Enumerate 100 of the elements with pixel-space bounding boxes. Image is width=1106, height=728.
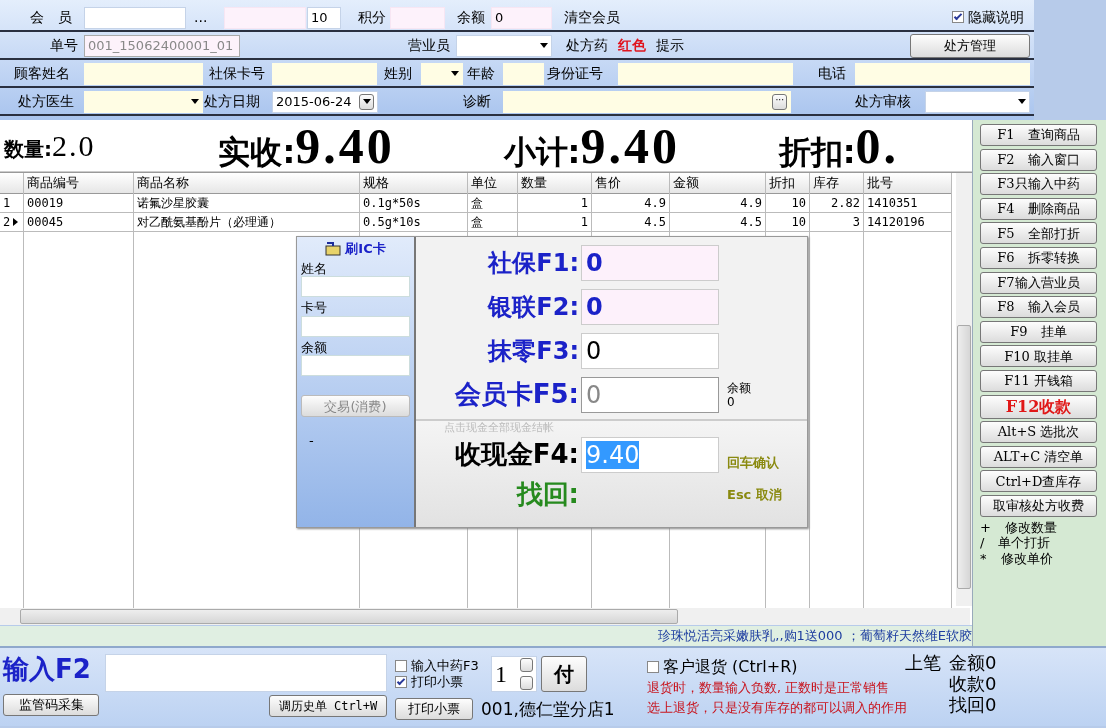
table-cell: 4.9 [592, 194, 669, 213]
summary-label: 数量: [4, 136, 52, 161]
column-header[interactable]: 折扣 [766, 173, 809, 194]
field-label: 余额 [457, 9, 486, 26]
input-field[interactable] [390, 6, 445, 29]
shortcut-button[interactable]: F8 输入会员 [980, 296, 1097, 319]
payment-label: 会员卡F5: [453, 379, 579, 411]
table-cell: 3 [810, 213, 863, 232]
shortcut-button[interactable]: Ctrl+D查库存 [980, 470, 1097, 493]
history-button[interactable]: 调历史单 Ctrl+W [269, 695, 387, 717]
shortcut-button[interactable]: F10 取挂单 [980, 345, 1097, 368]
shortcut-button[interactable]: F5 全部打折 [980, 222, 1097, 245]
field-label: 年龄 [467, 65, 496, 82]
table-cell: 1 [518, 213, 591, 232]
confirm-hint: 回车确认 [727, 455, 779, 471]
ic-card-title: 刷IC卡 [345, 241, 386, 257]
return-note: 选上退货，只是没有库存的都可以调入的作用 [647, 700, 905, 717]
ellipsis-button[interactable]: ··· [772, 93, 787, 110]
column-header[interactable]: 数量 [518, 173, 591, 194]
balance-value: 0 [727, 395, 736, 410]
column-header[interactable]: 规格 [360, 173, 467, 194]
shortcut-button[interactable]: F4 删除商品 [980, 197, 1097, 220]
status-text: - [309, 433, 315, 449]
shortcut-button[interactable]: F7输入营业员 [980, 271, 1097, 294]
table-cell: 10 [766, 213, 809, 232]
row-header[interactable]: 2 [0, 213, 23, 232]
payment-label: 社保F1: [486, 248, 579, 278]
change-label: 找回: [515, 479, 579, 511]
column-header[interactable]: 售价 [592, 173, 669, 194]
shortcut-note: 修改单价 [1000, 550, 1053, 567]
review-select[interactable] [925, 90, 1030, 113]
marquee-text: 珍珠悦活亮采嫩肤乳,,购1送000 ；葡萄籽天然维E软胶 [658, 628, 972, 644]
shortcut-button[interactable]: Alt+S 选批次 [980, 421, 1097, 444]
field-label: 电话 [818, 65, 847, 82]
shortcut-button[interactable]: F6 拆零转换 [980, 246, 1097, 269]
option-checkbox[interactable]: 输入中药F3 [395, 658, 491, 674]
return-checkbox[interactable]: 客户退货 (Ctrl+R) [647, 654, 905, 680]
input-field[interactable] [84, 6, 186, 29]
total-value: 0 [985, 694, 997, 717]
input-field[interactable] [301, 355, 410, 377]
shortcut-button[interactable]: F9 挂单 [980, 320, 1097, 343]
prescription-manage-button[interactable]: 处方管理 [910, 33, 1030, 58]
shortcut-key: / [980, 535, 985, 551]
shortcut-button[interactable]: F1 查询商品 [980, 124, 1097, 146]
table-cell: 00045 [24, 213, 133, 232]
payment-field[interactable]: 0 [581, 245, 719, 281]
column-header[interactable]: 单位 [468, 173, 517, 194]
input-field[interactable]: 0 [491, 6, 552, 29]
shortcut-button[interactable]: F12收款 [980, 394, 1097, 419]
hide-notes-checkbox[interactable]: 隐藏说明 [952, 9, 1030, 26]
field-label: 营业员 [408, 37, 451, 54]
field-label: 顾客姓名 [14, 65, 71, 82]
input-field[interactable] [301, 276, 410, 298]
payment-label: 抹零F3: [486, 336, 579, 366]
payment-label: 银联F2: [486, 292, 579, 322]
total-value: 0 [985, 652, 997, 675]
input-field[interactable] [301, 315, 410, 337]
column-header[interactable]: 商品编号 [24, 173, 133, 194]
option-checkbox[interactable]: 打印小票 [395, 674, 491, 690]
payment-field[interactable]: 0 [581, 289, 719, 325]
payment-field[interactable]: 0 [581, 333, 719, 369]
quantity-spinner[interactable]: 1 [491, 656, 537, 692]
date-picker[interactable]: 2015-06-24 [272, 90, 378, 113]
column-header[interactable]: 批号 [864, 173, 951, 194]
print-button[interactable]: 打印小票 [395, 698, 473, 720]
shortcut-button[interactable]: F3只输入中药 [980, 173, 1097, 196]
vertical-scrollbar[interactable] [956, 173, 972, 606]
cash-label: 收现金F4: [453, 439, 579, 471]
shortcut-button[interactable]: ALT+C 清空单 [980, 445, 1097, 468]
payment-field: 0 [581, 377, 719, 413]
shortcut-key: + [980, 519, 991, 536]
doctor-select[interactable] [84, 90, 203, 113]
table-cell: 盒 [468, 213, 517, 232]
shortcut-button[interactable]: F2 输入窗口 [980, 148, 1097, 171]
shortcut-note: 单个打折 [998, 535, 1051, 551]
scrollbar-thumb[interactable] [957, 325, 971, 589]
clerk-select[interactable] [456, 34, 552, 57]
summary-value: 9.40 [580, 116, 680, 176]
total-value: 0 [985, 673, 997, 696]
scrollbar-thumb[interactable] [20, 609, 678, 624]
input-field[interactable] [224, 6, 306, 29]
balance-label: 余额 [727, 380, 751, 395]
horizontal-scrollbar[interactable] [0, 608, 970, 625]
column-header[interactable]: 金额 [670, 173, 765, 194]
gender-select[interactable] [421, 62, 463, 85]
pay-button[interactable]: 付 [541, 656, 587, 692]
row-header[interactable]: 1 [0, 194, 23, 213]
total-label: 找回 [949, 694, 985, 717]
shortcut-button[interactable]: 取审核处方收费 [980, 494, 1097, 517]
input-field[interactable] [105, 654, 387, 692]
table-cell: 14120196 [864, 213, 951, 232]
column-header[interactable]: 库存 [810, 173, 863, 194]
shortcut-button[interactable]: F11 开钱箱 [980, 369, 1097, 392]
scan-button[interactable]: 监管码采集 [3, 694, 99, 716]
field-label: 社保卡号 [209, 65, 266, 82]
diagnosis-field[interactable]: ··· [503, 90, 791, 113]
column-header[interactable]: 商品名称 [134, 173, 359, 194]
input-field[interactable]: 10 [307, 6, 341, 29]
table-cell: 1410351 [864, 194, 951, 213]
field-label: 诊断 [463, 93, 492, 110]
